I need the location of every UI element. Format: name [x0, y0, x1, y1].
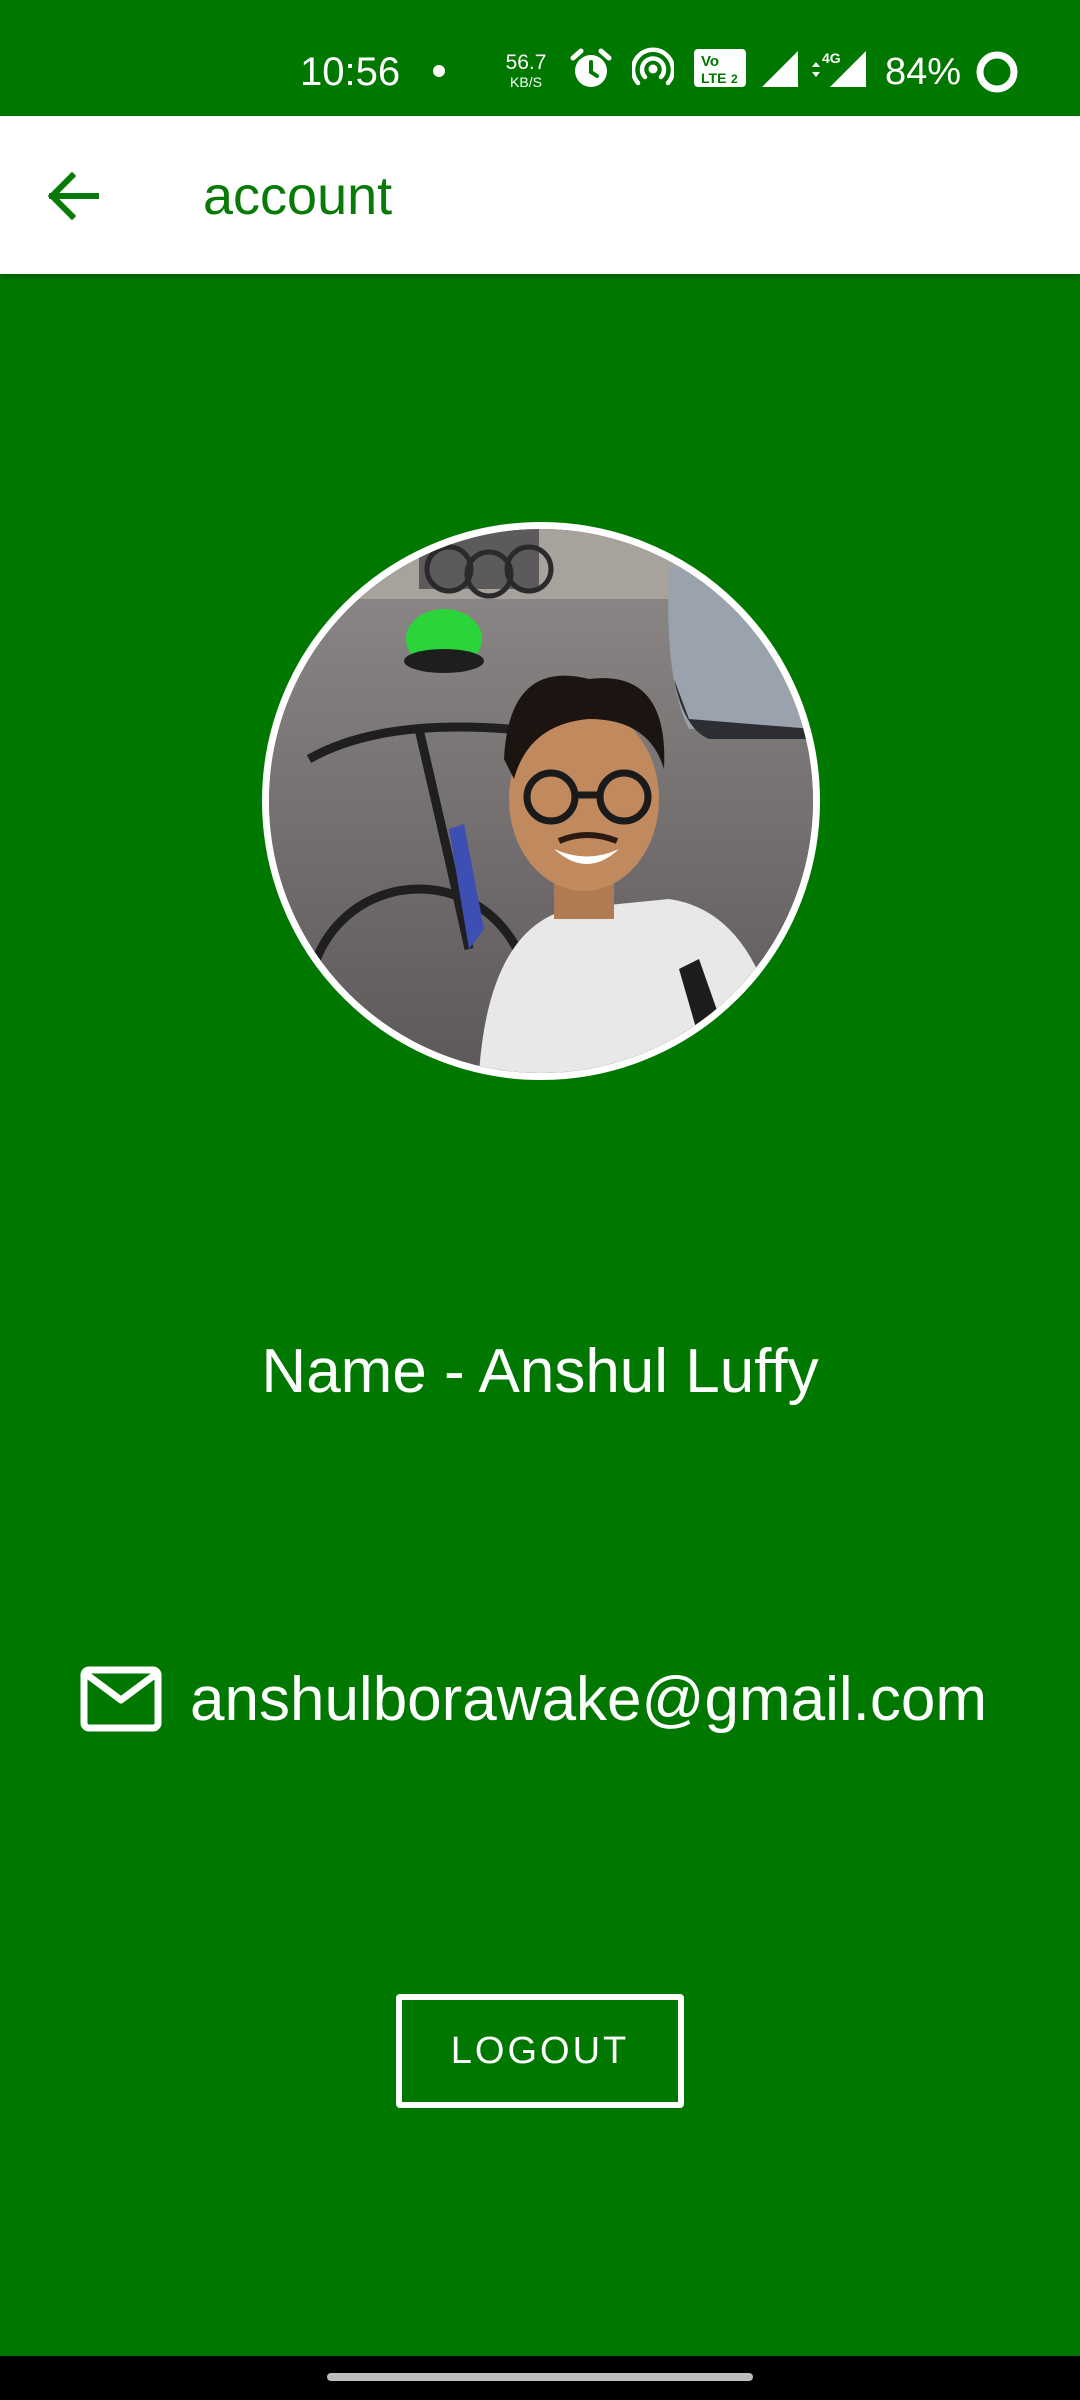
page-title: account — [203, 166, 393, 226]
svg-text:LTE: LTE — [701, 70, 726, 86]
mail-icon — [80, 1666, 162, 1732]
profile-name: Name - Anshul Luffy — [261, 1337, 819, 1406]
profile-avatar — [262, 522, 820, 1080]
battery-icon — [976, 51, 1018, 93]
network-speed-unit: KB/S — [510, 74, 542, 90]
signal-icon — [762, 51, 798, 87]
back-button[interactable] — [36, 156, 116, 236]
svg-text:4G: 4G — [822, 50, 841, 66]
status-time: 10:56 — [300, 50, 401, 94]
home-indicator[interactable] — [327, 2373, 753, 2381]
status-bar: 10:56 56.7 KB/S Vo LTE 2 4G 84% — [0, 0, 1080, 116]
arrow-left-icon — [47, 171, 99, 221]
network-speed: 56.7 KB/S — [500, 52, 552, 89]
alarm-icon — [570, 48, 612, 87]
network-speed-value: 56.7 — [505, 51, 547, 74]
logout-button[interactable]: LOGOUT — [396, 1994, 684, 2108]
hotspot-icon — [632, 47, 674, 86]
app-bar: account — [0, 116, 1080, 274]
volte-icon: Vo LTE 2 — [694, 49, 746, 87]
battery-percent: 84% — [885, 51, 962, 93]
account-screen: 10:56 56.7 KB/S Vo LTE 2 4G 84% account … — [0, 0, 1080, 2400]
svg-text:2: 2 — [731, 72, 738, 86]
signal-4g-icon: 4G — [812, 50, 866, 87]
notification-dot-icon — [433, 65, 445, 77]
profile-email: anshulborawake@gmail.com — [190, 1665, 987, 1734]
svg-text:Vo: Vo — [701, 53, 719, 70]
profile-photo — [269, 529, 813, 1073]
